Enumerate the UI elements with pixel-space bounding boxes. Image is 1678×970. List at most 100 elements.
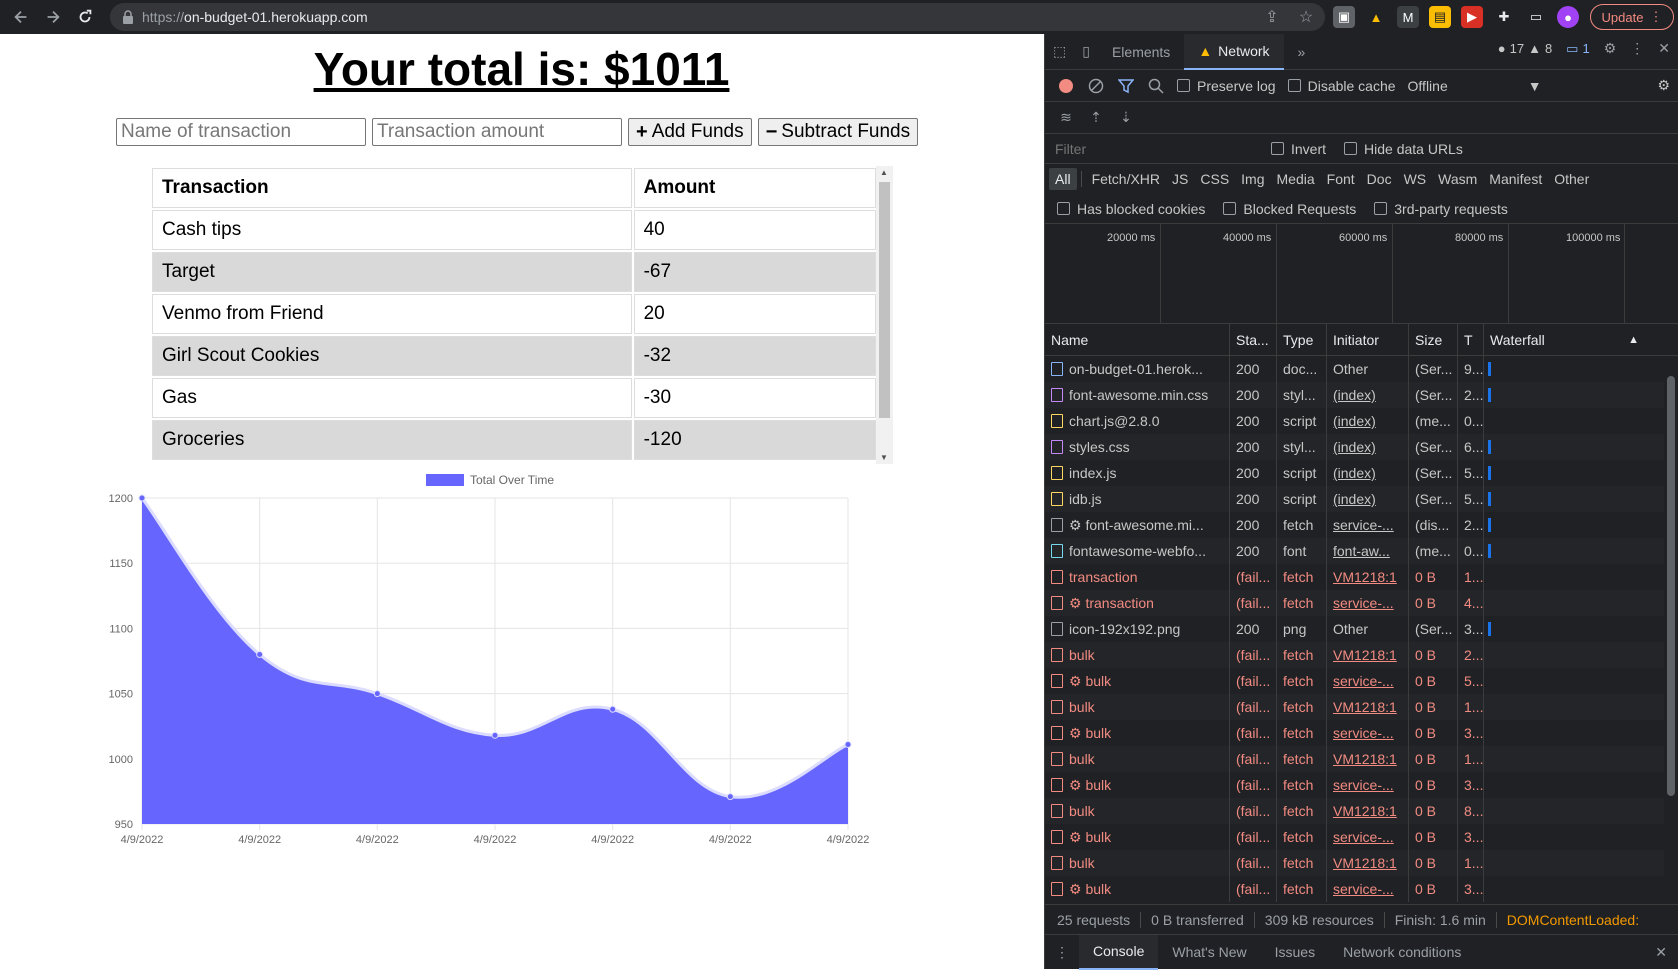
share-icon[interactable]: ⇪ — [1263, 8, 1281, 26]
hide-data-urls-checkbox[interactable]: Hide data URLs — [1344, 141, 1463, 157]
type-filter-fetch-xhr[interactable]: Fetch/XHR — [1086, 168, 1166, 190]
table-scrollbar-thumb[interactable] — [879, 182, 890, 418]
request-initiator[interactable]: (index) — [1327, 486, 1409, 512]
forward-arrow-icon[interactable] — [38, 2, 68, 32]
type-filter-manifest[interactable]: Manifest — [1483, 168, 1548, 190]
preserve-log-checkbox[interactable]: Preserve log — [1177, 78, 1276, 94]
type-filter-media[interactable]: Media — [1271, 168, 1321, 190]
network-scrollbar[interactable] — [1664, 356, 1678, 886]
close-drawer-icon[interactable]: ✕ — [1655, 944, 1667, 961]
avatar[interactable]: ● — [1557, 6, 1579, 28]
table-row[interactable]: ⚙ bulk (fail... fetch service-... 0 B 3... — [1045, 876, 1678, 902]
table-row[interactable]: transaction (fail... fetch VM1218:1 0 B 1... — [1045, 564, 1678, 590]
table-row[interactable]: bulk (fail... fetch VM1218:1 0 B 1... — [1045, 746, 1678, 772]
table-row[interactable]: bulk (fail... fetch VM1218:1 0 B 8... — [1045, 798, 1678, 824]
request-initiator[interactable]: service-... — [1327, 772, 1409, 798]
table-row[interactable]: ⚙ bulk (fail... fetch service-... 0 B 3... — [1045, 720, 1678, 746]
close-devtools-icon[interactable]: ✕ — [1658, 40, 1670, 57]
disable-cache-checkbox[interactable]: Disable cache — [1287, 78, 1396, 94]
column-waterfall[interactable]: Waterfall ▲ — [1484, 324, 1659, 356]
type-filter-img[interactable]: Img — [1235, 168, 1270, 190]
has-blocked-cookies-checkbox[interactable]: Has blocked cookies — [1057, 201, 1205, 217]
gmail-icon[interactable]: M — [1397, 6, 1419, 28]
column-time[interactable]: T — [1458, 323, 1484, 356]
request-initiator[interactable]: VM1218:1 — [1327, 564, 1409, 590]
table-row[interactable]: ⚙ bulk (fail... fetch service-... 0 B 5... — [1045, 668, 1678, 694]
network-scrollbar-thumb[interactable] — [1667, 376, 1675, 796]
table-row[interactable]: ⚙ font-awesome.mi... 200 fetch service-...(… — [1045, 512, 1678, 538]
table-row[interactable]: ⚙ bulk (fail... fetch service-... 0 B 3... — [1045, 772, 1678, 798]
request-initiator[interactable]: (index) — [1327, 408, 1409, 434]
bookmark-star-icon[interactable]: ☆ — [1297, 8, 1315, 26]
type-filter-doc[interactable]: Doc — [1361, 168, 1398, 190]
transactions-table-container[interactable]: Transaction Amount Cash tips 40 Target -67… — [150, 166, 894, 464]
filter-input[interactable] — [1053, 137, 1253, 160]
type-filter-ws[interactable]: WS — [1398, 168, 1433, 190]
table-row[interactable]: idb.js 200 script (index) (Ser... 5... — [1045, 486, 1678, 512]
table-row[interactable]: on-budget-01.herok... 200 doc... Other (Ser.… — [1045, 356, 1678, 382]
address-bar[interactable]: https://on-budget-01.herokuapp.com ⇪ ☆ — [110, 3, 1325, 31]
request-initiator[interactable]: service-... — [1327, 590, 1409, 616]
export-har-icon[interactable]: ⇣ — [1117, 109, 1135, 127]
type-filter-js[interactable]: JS — [1166, 168, 1194, 190]
drawer-tab-console[interactable]: Console — [1079, 934, 1159, 970]
import-har-icon[interactable]: ⇡ — [1087, 109, 1105, 127]
invert-checkbox[interactable]: Invert — [1271, 141, 1326, 157]
add-funds-button[interactable]: + Add Funds — [628, 118, 752, 146]
third-party-requests-checkbox[interactable]: 3rd-party requests — [1374, 201, 1508, 217]
message-badge[interactable]: ▭ 1 — [1566, 41, 1590, 57]
request-initiator[interactable]: (index) — [1327, 382, 1409, 408]
reload-icon[interactable] — [70, 2, 100, 32]
device-toolbar-icon[interactable]: ▯ — [1074, 34, 1098, 70]
request-initiator[interactable]: VM1218:1 — [1327, 746, 1409, 772]
request-initiator[interactable]: VM1218:1 — [1327, 694, 1409, 720]
transaction-amount-input[interactable] — [372, 118, 622, 146]
drawer-menu-icon[interactable]: ⋮ — [1045, 935, 1079, 970]
drawer-tab-issues[interactable]: Issues — [1261, 935, 1329, 970]
subtract-funds-button[interactable]: − Subtract Funds — [757, 118, 919, 146]
search-icon[interactable] — [1147, 77, 1165, 95]
request-initiator[interactable]: service-... — [1327, 876, 1409, 902]
tab-elements[interactable]: Elements — [1098, 34, 1184, 70]
type-filter-css[interactable]: CSS — [1194, 168, 1235, 190]
network-conditions-icon[interactable]: ≋ — [1057, 109, 1075, 127]
extension-icon[interactable]: ▣ — [1333, 6, 1355, 28]
request-initiator[interactable]: (index) — [1327, 434, 1409, 460]
puzzle-icon[interactable]: ✚ — [1493, 6, 1515, 28]
request-initiator[interactable]: VM1218:1 — [1327, 850, 1409, 876]
request-initiator[interactable]: VM1218:1 — [1327, 642, 1409, 668]
column-type[interactable]: Type — [1277, 323, 1327, 356]
request-initiator[interactable]: service-... — [1327, 720, 1409, 746]
table-row[interactable]: bulk (fail... fetch VM1218:1 0 B 2... — [1045, 642, 1678, 668]
type-filter-font[interactable]: Font — [1321, 168, 1361, 190]
cast-extension-icon[interactable]: ▶ — [1461, 6, 1483, 28]
type-filter-all[interactable]: All — [1049, 168, 1077, 190]
throttling-select[interactable]: Offline ▼ — [1408, 78, 1542, 94]
table-row[interactable]: font-awesome.min.css 200 styl... (index) (Se… — [1045, 382, 1678, 408]
more-tabs-icon[interactable]: » — [1284, 34, 1320, 70]
table-row[interactable]: ⚙ transaction (fail... fetch service-... 0 B… — [1045, 590, 1678, 616]
table-row[interactable]: ⚙ bulk (fail... fetch service-... 0 B 3... — [1045, 824, 1678, 850]
table-row[interactable]: fontawesome-webfo... 200 font font-aw... (me… — [1045, 538, 1678, 564]
type-filter-wasm[interactable]: Wasm — [1432, 168, 1483, 190]
drawer-tab-network-conditions[interactable]: Network conditions — [1329, 935, 1475, 970]
column-initiator[interactable]: Initiator — [1327, 323, 1409, 356]
request-initiator[interactable]: VM1218:1 — [1327, 798, 1409, 824]
request-initiator[interactable]: service-... — [1327, 668, 1409, 694]
column-size[interactable]: Size — [1409, 323, 1458, 356]
request-initiator[interactable]: (index) — [1327, 460, 1409, 486]
table-row[interactable]: icon-192x192.png 200 png Other (Ser... 3... — [1045, 616, 1678, 642]
table-row[interactable]: chart.js@2.8.0 200 script (index) (me... 0... — [1045, 408, 1678, 434]
tab-network[interactable]: ▲ Network — [1184, 33, 1284, 70]
table-row[interactable]: index.js 200 script (index) (Ser... 5... — [1045, 460, 1678, 486]
back-arrow-icon[interactable] — [6, 2, 36, 32]
filter-icon[interactable] — [1117, 77, 1135, 95]
devtools-menu-icon[interactable]: ⋮ — [1630, 40, 1644, 57]
table-row[interactable]: bulk (fail... fetch VM1218:1 0 B 1... — [1045, 850, 1678, 876]
request-initiator[interactable]: service-... — [1327, 824, 1409, 850]
update-button[interactable]: Update ⋮ — [1590, 4, 1674, 30]
request-initiator[interactable]: service-... — [1327, 512, 1409, 538]
notes-icon[interactable]: ▤ — [1429, 6, 1451, 28]
blocked-requests-checkbox[interactable]: Blocked Requests — [1223, 201, 1356, 217]
drive-icon[interactable]: ▲ — [1365, 6, 1387, 28]
